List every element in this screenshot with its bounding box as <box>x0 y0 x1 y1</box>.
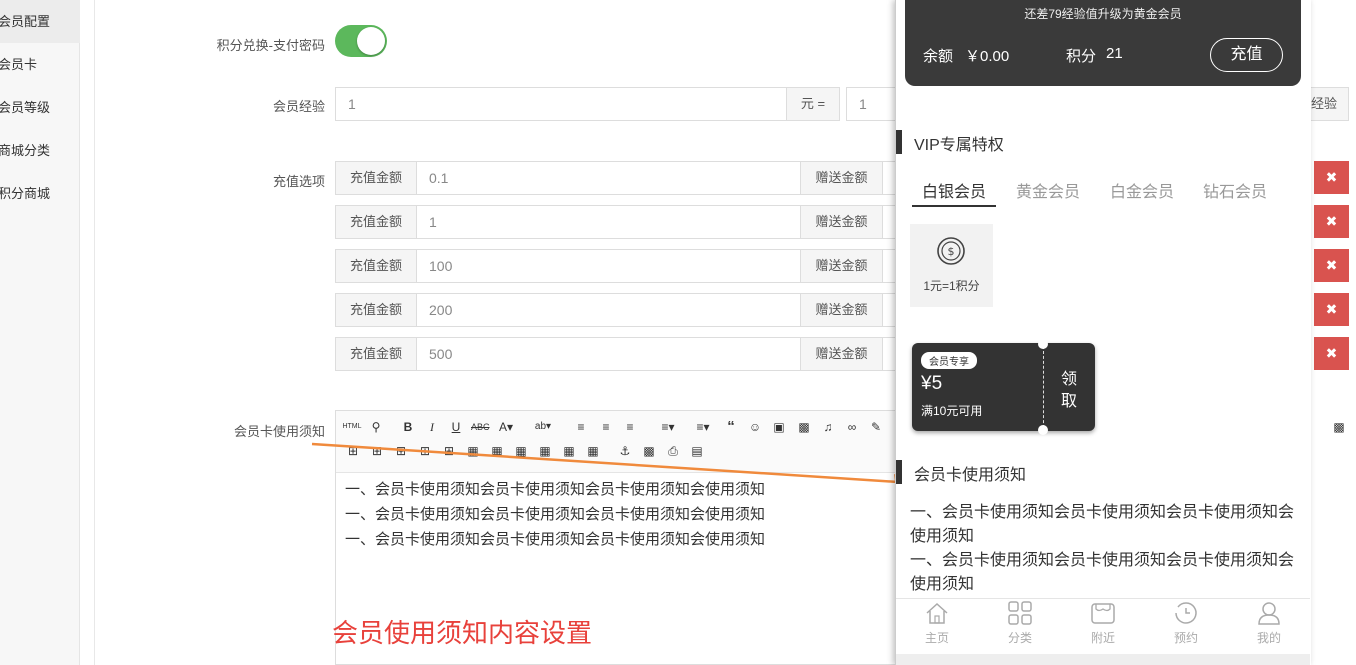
section-bar <box>896 460 902 484</box>
nav-category[interactable]: 分类 <box>990 600 1050 646</box>
tab-platinum[interactable]: 白金会员 <box>1110 178 1174 202</box>
nav-booking[interactable]: 预约 <box>1156 600 1216 646</box>
nav-mine[interactable]: 我的 <box>1239 600 1299 646</box>
vip-title: VIP专属特权 <box>914 137 1004 154</box>
tab-gold[interactable]: 黄金会员 <box>1016 178 1080 202</box>
recharge-button[interactable]: 充值 <box>1210 38 1283 72</box>
tab-diamond[interactable]: 钻石会员 <box>1203 178 1267 202</box>
coupon-card[interactable]: 会员专享 ¥5 满10元可用 领 取 <box>912 339 1095 435</box>
nav-nearby[interactable]: 附近 <box>1073 600 1133 646</box>
coupon-divider <box>1043 346 1044 428</box>
privilege-label: 1元=1积分 <box>923 279 980 293</box>
notice-title: 会员卡使用须知 <box>914 467 1027 484</box>
balance-value: ￥0.00 <box>965 48 1010 65</box>
coupon-notch <box>1038 425 1048 435</box>
clock-icon <box>1175 602 1197 624</box>
user-icon <box>1258 602 1280 625</box>
tab-underline <box>912 205 996 207</box>
grid-icon <box>1008 601 1032 625</box>
member-card: 还差79经验值升级为黄金会员 余额 ￥0.00 积分 21 充值 <box>905 0 1301 86</box>
nav-home-label: 主页 <box>924 631 949 645</box>
tab-silver[interactable]: 白银会员 <box>922 178 986 202</box>
points-value: 21 <box>1106 45 1123 62</box>
upgrade-tip: 还差79经验值升级为黄金会员 <box>1024 7 1182 21</box>
home-icon <box>926 602 948 624</box>
svg-text:$: $ <box>948 245 955 258</box>
coupon-notch <box>1038 339 1048 349</box>
coupon-claim-2[interactable]: 取 <box>1061 387 1077 411</box>
notice-paragraph: 一、会员卡使用须知会员卡使用须知会员卡使用须知会使用须知 <box>910 504 1295 545</box>
nav-category-label: 分类 <box>1007 631 1032 645</box>
coupon-badge: 会员专享 <box>921 352 977 369</box>
store-icon <box>1091 603 1115 624</box>
balance-label: 余额 <box>923 48 954 65</box>
section-bar <box>896 130 902 154</box>
points-label: 积分 <box>1066 48 1097 65</box>
coupon-amount: ¥5 <box>921 373 943 394</box>
privilege-tile[interactable]: $ 1元=1积分 <box>910 224 993 307</box>
phone-bottom-bar <box>896 654 1310 665</box>
nav-mine-label: 我的 <box>1256 631 1281 645</box>
coin-icon: $ <box>937 237 965 265</box>
coupon-condition: 满10元可用 <box>921 404 983 418</box>
nav-nearby-label: 附近 <box>1090 631 1115 645</box>
notice-paragraph: 一、会员卡使用须知会员卡使用须知会员卡使用须知会使用须知 <box>910 552 1295 593</box>
coupon-claim-1[interactable]: 领 <box>1061 365 1077 389</box>
nav-booking-label: 预约 <box>1173 631 1198 645</box>
nav-home[interactable]: 主页 <box>907 600 967 646</box>
